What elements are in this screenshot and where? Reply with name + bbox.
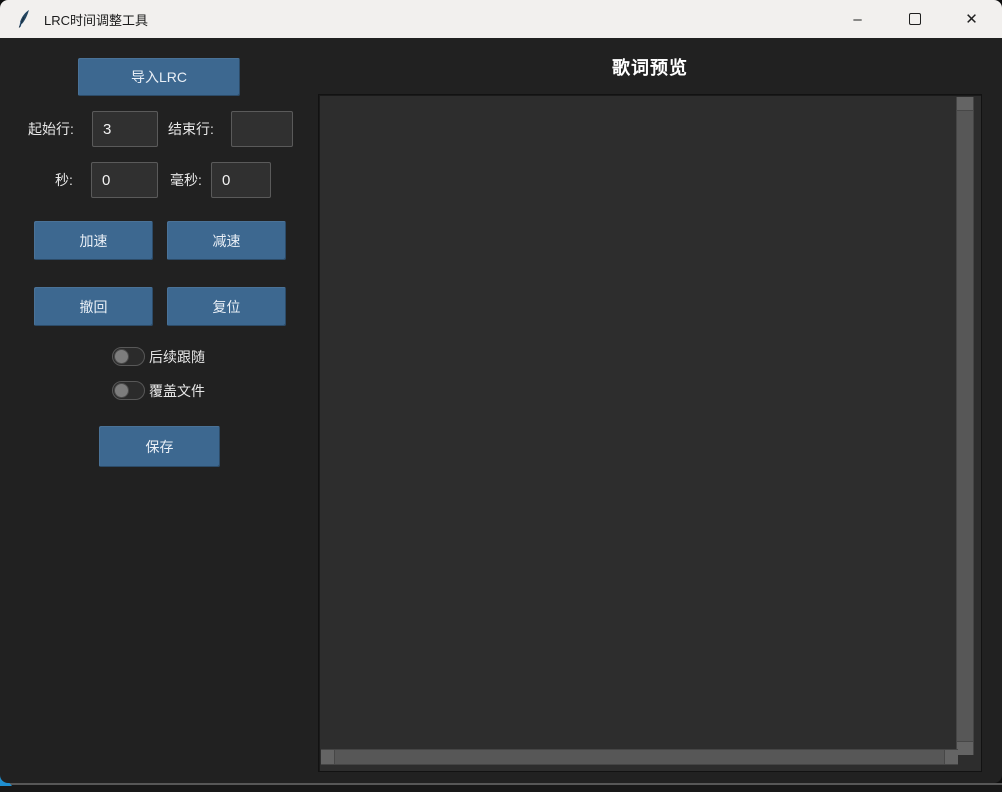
scroll-left-arrow-icon[interactable] (321, 750, 335, 764)
undo-button[interactable]: 撤回 (34, 287, 153, 326)
horizontal-scrollbar[interactable] (321, 749, 958, 765)
vertical-scrollbar[interactable] (956, 97, 974, 755)
seconds-input[interactable] (91, 162, 158, 198)
client-area: 导入LRC 起始行: 结束行: 秒: 毫秒: 加速 减速 撤回 复位 后续跟随 … (0, 38, 1002, 783)
start-line-input[interactable] (92, 111, 158, 147)
milliseconds-input[interactable] (211, 162, 271, 198)
lyrics-content (323, 98, 959, 751)
taskbar-edge (0, 783, 1002, 792)
maximize-icon (909, 13, 921, 25)
start-line-label: 起始行: (28, 119, 74, 139)
milliseconds-label: 毫秒: (170, 170, 202, 190)
import-lrc-button[interactable]: 导入LRC (78, 58, 240, 96)
follow-subsequent-label: 后续跟随 (149, 347, 205, 367)
close-icon: ✕ (965, 10, 978, 28)
end-line-label: 结束行: (168, 119, 214, 139)
app-window: LRC时间调整工具 – ✕ 导入LRC 起始行: 结束行: 秒: 毫秒: 加速 … (0, 0, 1002, 790)
scroll-right-arrow-icon[interactable] (944, 750, 958, 764)
scroll-down-arrow-icon[interactable] (957, 741, 973, 755)
close-button[interactable]: ✕ (943, 0, 1000, 38)
toggle-knob (114, 349, 129, 364)
toggle-knob (114, 383, 129, 398)
lyrics-preview-title: 歌词预览 (318, 54, 982, 80)
minimize-icon: – (853, 11, 861, 28)
scroll-up-arrow-icon[interactable] (957, 97, 973, 111)
maximize-button[interactable] (886, 0, 943, 38)
overwrite-file-label: 覆盖文件 (149, 381, 205, 401)
reset-button[interactable]: 复位 (167, 287, 286, 326)
end-line-input[interactable] (231, 111, 293, 147)
accelerate-button[interactable]: 加速 (34, 221, 153, 260)
window-title: LRC时间调整工具 (44, 10, 148, 29)
decelerate-button[interactable]: 减速 (167, 221, 286, 260)
follow-subsequent-toggle[interactable] (112, 347, 145, 366)
minimize-button[interactable]: – (829, 0, 886, 38)
window-controls: – ✕ (829, 0, 1000, 38)
feather-app-icon (15, 8, 35, 30)
overwrite-file-toggle[interactable] (112, 381, 145, 400)
lyrics-preview-textarea[interactable] (318, 94, 982, 772)
seconds-label: 秒: (55, 170, 73, 190)
titlebar: LRC时间调整工具 – ✕ (0, 0, 1002, 38)
save-button[interactable]: 保存 (99, 426, 220, 467)
